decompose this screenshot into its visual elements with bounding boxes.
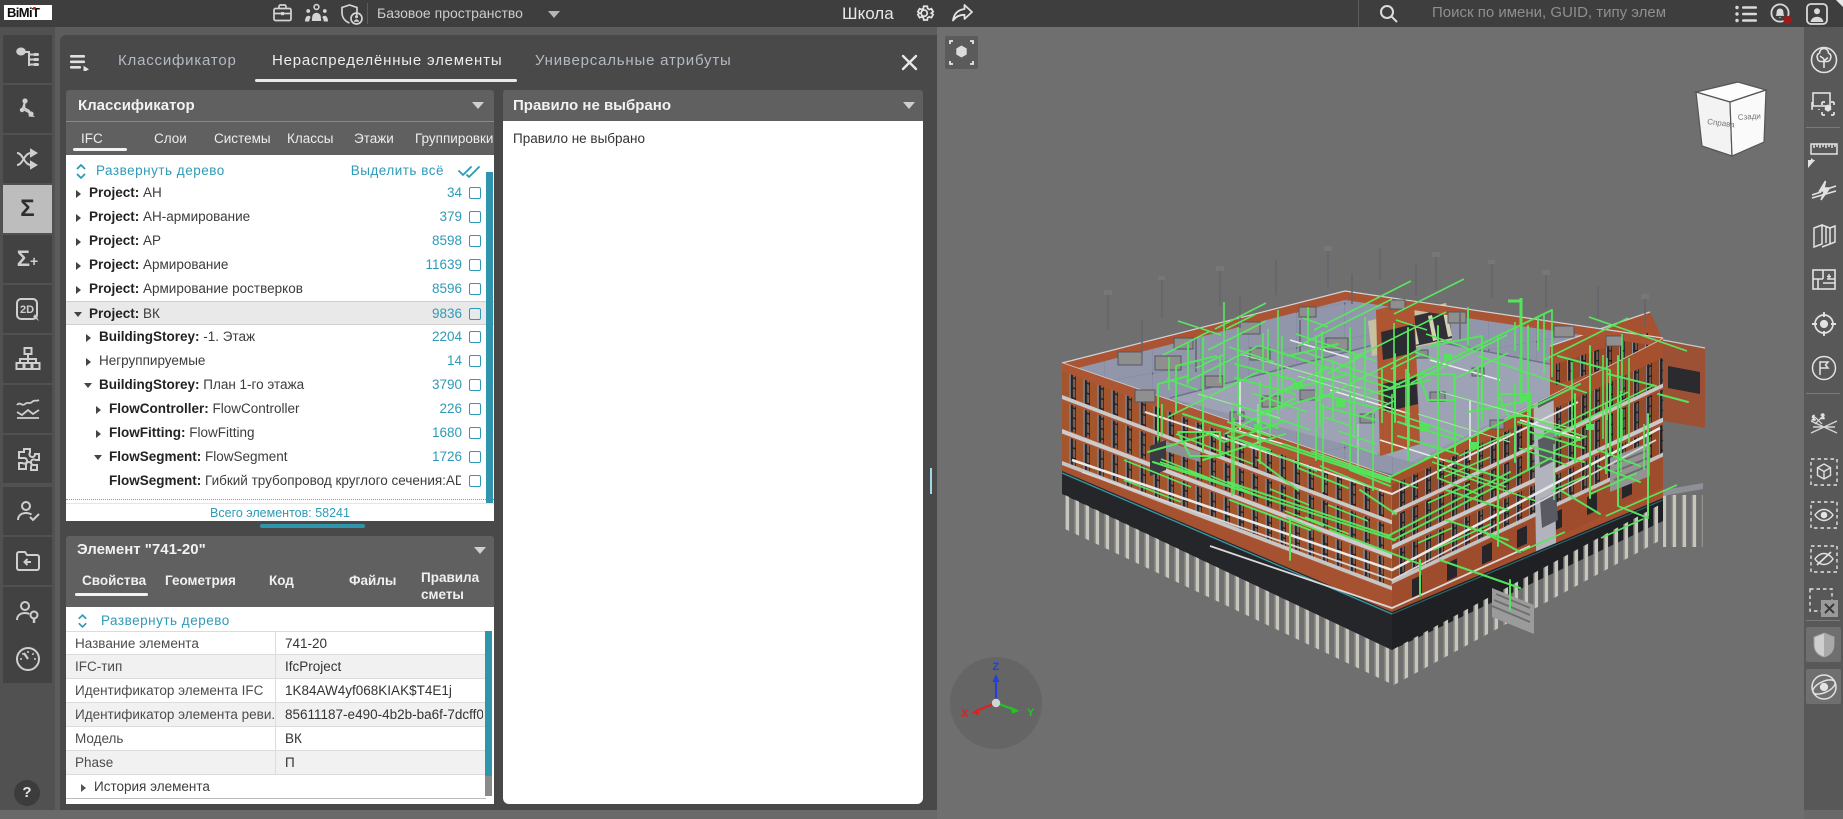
svg-text:Z: Z	[993, 661, 1000, 673]
svg-text:2D: 2D	[19, 304, 33, 316]
svg-text:X: X	[961, 708, 969, 720]
svg-text:2: 2	[1821, 414, 1825, 420]
svg-text:Y: Y	[1027, 707, 1035, 719]
svg-text:Сзади: Сзади	[1738, 111, 1762, 122]
